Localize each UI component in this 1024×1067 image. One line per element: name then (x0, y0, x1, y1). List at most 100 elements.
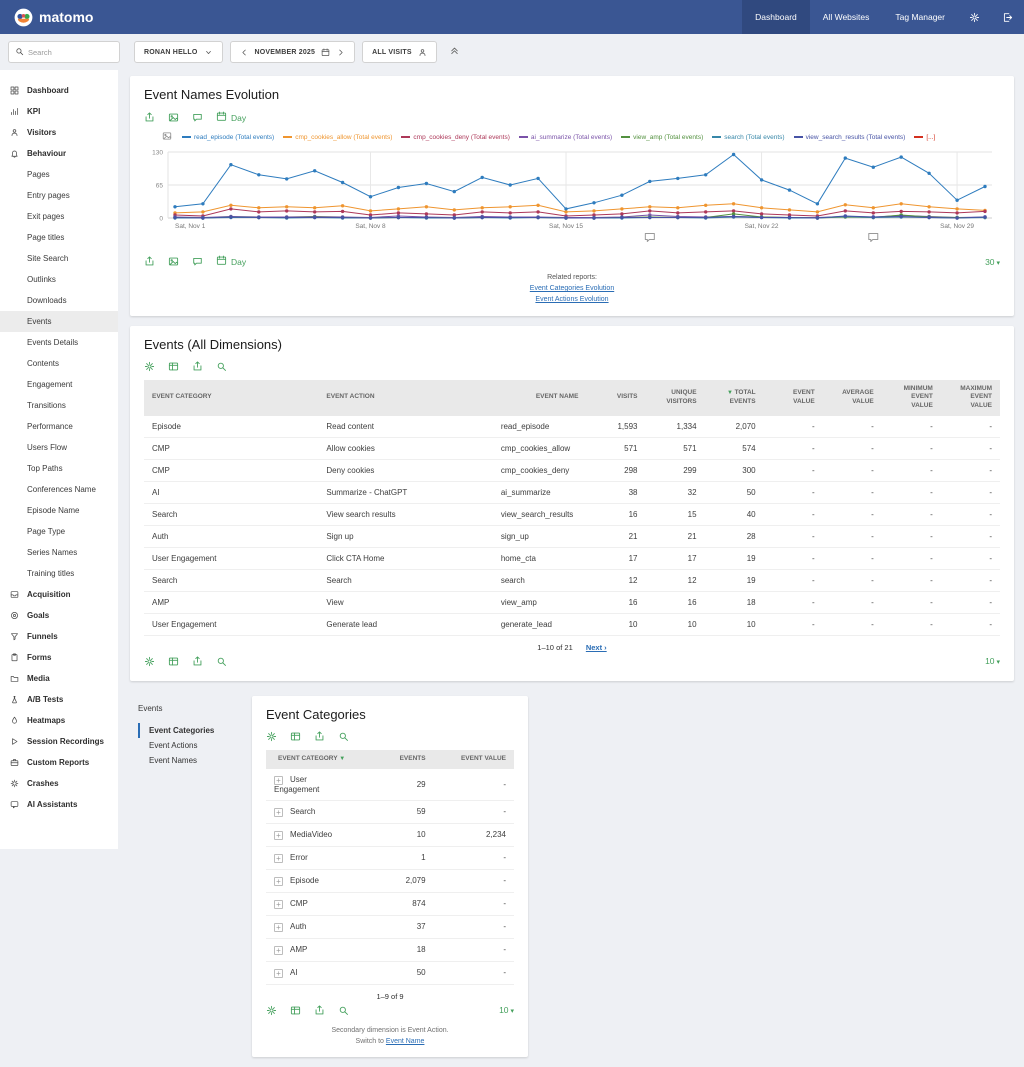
navbar-item[interactable]: All Websites (810, 0, 883, 34)
table-row[interactable]: Search 59 - (266, 800, 514, 823)
next-page-link[interactable]: Next › (586, 643, 607, 652)
gear-icon[interactable] (266, 1005, 277, 1016)
sidebar-item[interactable]: Engagement (0, 374, 118, 395)
related-report-link[interactable]: Event Categories Evolution (144, 283, 1000, 294)
export-image-icon[interactable] (168, 256, 179, 267)
switch-dimension-link[interactable]: Event Name (386, 1038, 425, 1045)
sidebar-item[interactable]: Outlinks (0, 269, 118, 290)
search-icon[interactable] (338, 1005, 349, 1016)
search-icon[interactable] (338, 731, 349, 742)
columns-icon[interactable] (290, 1005, 301, 1016)
gear-icon[interactable] (144, 361, 155, 372)
segment-selector[interactable]: ALL VISITS (362, 41, 437, 63)
expand-icon[interactable] (274, 877, 283, 886)
column-header[interactable]: Event Value (434, 750, 514, 769)
legend-item[interactable]: [...] (914, 134, 935, 141)
table-row[interactable]: AI Summarize - ChatGPT ai_summarize 38 3… (144, 481, 1000, 503)
export-icon[interactable] (144, 112, 155, 123)
column-header[interactable]: Visits (586, 380, 645, 416)
sidebar-item[interactable]: Transitions (0, 395, 118, 416)
period-day-selector[interactable]: Day (216, 255, 246, 268)
sidebar-item[interactable]: Media (0, 668, 118, 689)
sidebar-item[interactable]: Custom Reports (0, 752, 118, 773)
sidebar-item[interactable]: Performance (0, 416, 118, 437)
sidebar-item[interactable]: Episode Name (0, 500, 118, 521)
sidebar-item[interactable]: Exit pages (0, 206, 118, 227)
sidebar-item[interactable]: Top Paths (0, 458, 118, 479)
sidebar-item[interactable]: A/B Tests (0, 689, 118, 710)
sidebar-item[interactable]: AI Assistants (0, 794, 118, 815)
sidebar-item[interactable]: Forms (0, 647, 118, 668)
table-row[interactable]: Auth 37 - (266, 915, 514, 938)
sidebar-item[interactable]: Acquisition (0, 584, 118, 605)
sidebar-item[interactable]: Visitors (0, 122, 118, 143)
sidebar-item[interactable]: Session Recordings (0, 731, 118, 752)
expand-icon[interactable] (274, 808, 283, 817)
search-box[interactable] (8, 41, 120, 63)
annotations-icon[interactable] (192, 256, 203, 267)
navbar-item[interactable]: Tag Manager (882, 0, 958, 34)
sidebar-item[interactable]: Goals (0, 605, 118, 626)
columns-icon[interactable] (168, 361, 179, 372)
sidebar-item[interactable]: Contents (0, 353, 118, 374)
expand-icon[interactable] (274, 776, 283, 785)
legend-item[interactable]: cmp_cookies_deny (Total events) (401, 134, 509, 141)
gear-icon[interactable] (144, 656, 155, 667)
columns-icon[interactable] (168, 656, 179, 667)
subnav-item[interactable]: Event Names (138, 753, 246, 768)
table-row[interactable]: User Engagement 29 - (266, 769, 514, 801)
table-row[interactable]: User Engagement Click CTA Home home_cta … (144, 547, 1000, 569)
export-icon[interactable] (192, 656, 203, 667)
column-header[interactable]: Event Value (764, 380, 823, 416)
sidebar-item[interactable]: Page Type (0, 521, 118, 542)
column-header[interactable]: Event Category (266, 750, 353, 769)
column-header[interactable]: Event Action (318, 380, 492, 416)
legend-item[interactable]: read_episode (Total events) (182, 134, 274, 141)
next-period-icon[interactable] (336, 48, 345, 57)
column-header[interactable]: Minimum Event Value (882, 380, 941, 416)
table-row[interactable]: AI 50 - (266, 961, 514, 984)
table-row[interactable]: User Engagement Generate lead generate_l… (144, 613, 1000, 635)
legend-item[interactable]: view_search_results (Total events) (794, 134, 906, 141)
export-image-icon[interactable] (168, 112, 179, 123)
column-header[interactable]: Maximum Event Value (941, 380, 1000, 416)
gear-icon[interactable] (266, 731, 277, 742)
export-icon[interactable] (144, 256, 155, 267)
table-row[interactable]: Episode 2,079 - (266, 869, 514, 892)
export-icon[interactable] (314, 1005, 325, 1016)
expand-icon[interactable] (274, 969, 283, 978)
annotations-icon[interactable] (192, 112, 203, 123)
sidebar-item[interactable]: Downloads (0, 290, 118, 311)
legend-item[interactable]: ai_summarize (Total events) (519, 134, 612, 141)
collapse-icon[interactable] (449, 43, 460, 61)
column-header[interactable]: Event Name (493, 380, 587, 416)
column-header[interactable]: Events (353, 750, 433, 769)
prev-period-icon[interactable] (240, 48, 249, 57)
search-input[interactable] (28, 48, 113, 57)
chart-image-icon[interactable] (162, 128, 172, 146)
sidebar-item[interactable]: Users Flow (0, 437, 118, 458)
column-header[interactable]: Average Value (823, 380, 882, 416)
search-icon[interactable] (216, 656, 227, 667)
signout-icon[interactable] (991, 0, 1024, 34)
sidebar-item[interactable]: Crashes (0, 773, 118, 794)
site-selector[interactable]: RONAN HELLO (134, 41, 223, 63)
legend-item[interactable]: view_amp (Total events) (621, 134, 703, 141)
sidebar-item[interactable]: Pages (0, 164, 118, 185)
legend-item[interactable]: cmp_cookies_allow (Total events) (283, 134, 392, 141)
export-icon[interactable] (192, 361, 203, 372)
expand-icon[interactable] (274, 923, 283, 932)
period-day-selector[interactable]: Day (216, 111, 246, 124)
search-icon[interactable] (216, 361, 227, 372)
admin-gear-icon[interactable] (958, 0, 991, 34)
column-header[interactable]: Total Events (705, 380, 764, 416)
sidebar-item[interactable]: KPI (0, 101, 118, 122)
table-row[interactable]: Error 1 - (266, 846, 514, 869)
subnav-item[interactable]: Event Categories (138, 723, 246, 738)
expand-icon[interactable] (274, 900, 283, 909)
export-icon[interactable] (314, 731, 325, 742)
sidebar-item[interactable]: Behaviour (0, 143, 118, 164)
sidebar-item[interactable]: Events (0, 311, 118, 332)
column-header[interactable]: Event Category (144, 380, 318, 416)
table-row[interactable]: CMP Deny cookies cmp_cookies_deny 298 29… (144, 459, 1000, 481)
